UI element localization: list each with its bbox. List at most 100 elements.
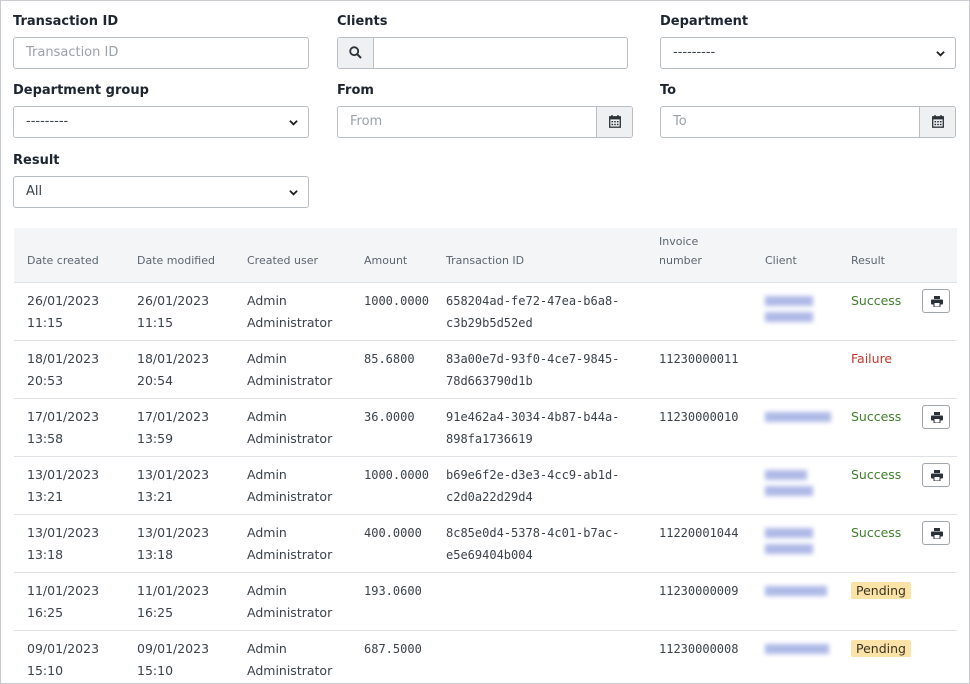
time-modified: 16:25 [137, 604, 174, 620]
amount-value: 400.0000 [364, 525, 422, 540]
calendar-icon[interactable] [596, 107, 632, 137]
user-first-name: Admin [247, 350, 287, 366]
from-date-input[interactable]: From [337, 106, 633, 138]
cell-invoice: 11230000008 [646, 629, 752, 683]
to-date-input[interactable]: To [660, 106, 956, 138]
cell-date-modified: 13/01/2023 13:21 [124, 455, 234, 514]
clients-input[interactable] [337, 37, 628, 69]
cell-transaction-id: 83a00e7d-93f0-4ce7-9845- 78d663790d1b [433, 339, 646, 398]
date-modified: 11/01/2023 [137, 582, 210, 598]
department-group-select[interactable]: --------- [13, 106, 309, 138]
result-badge: Pending [851, 581, 911, 599]
transaction-id-part: 8c85e0d4-5378-4c01-b7ac- [446, 525, 620, 540]
time-modified: 13:21 [137, 488, 174, 504]
date-modified: 09/01/2023 [137, 640, 210, 656]
user-last-name: Administrator [247, 604, 333, 620]
table-row[interactable]: 13/01/2023 13:18 13/01/2023 13:18 Admin Admin… [14, 513, 957, 572]
cell-transaction-id: 8c85e0d4-5378-4c01-b7ac-e5e69404b004 [433, 513, 646, 572]
invoice-value: 11230000009 [659, 583, 739, 598]
transaction-id-part: 658204ad-fe72-47ea-b6a8- [446, 293, 620, 308]
column-header[interactable]: Date modified [124, 228, 234, 282]
result-select[interactable]: All [13, 176, 309, 208]
result-badge: Failure [851, 350, 893, 366]
cell-date-modified: 09/01/2023 15:10 [124, 629, 234, 683]
cell-date-modified: 11/01/2023 16:25 [124, 571, 234, 630]
chevron-down-icon [936, 51, 945, 57]
user-last-name: Administrator [247, 372, 333, 388]
filter-department: Department --------- [660, 13, 956, 69]
search-icon[interactable] [338, 38, 374, 68]
column-header[interactable]: Date created [14, 228, 124, 282]
cell-date-created: 09/01/2023 15:10 [14, 629, 124, 683]
result-badge: Success [851, 408, 902, 424]
filter-label: Transaction ID [13, 14, 119, 29]
transactions-table: Date created Date modified Created user … [14, 228, 957, 683]
transaction-id-part: e5e69404b004 [446, 547, 533, 562]
filter-label: To [660, 83, 677, 98]
table-row[interactable]: 11/01/2023 16:25 11/01/2023 16:25 Admin Admin… [14, 571, 957, 630]
table-row[interactable]: 26/01/2023 11:15 26/01/2023 11:15 Admin Admin… [14, 281, 957, 340]
amount-value: 687.5000 [364, 641, 422, 656]
filter-from: From From [337, 82, 633, 138]
time-modified: 15:10 [137, 662, 174, 678]
cell-date-created: 17/01/2023 13:58 [14, 397, 124, 456]
cell-result: Pending [838, 629, 911, 683]
cell-actions [909, 281, 957, 340]
print-button[interactable] [922, 462, 950, 487]
user-last-name: Administrator [247, 314, 333, 330]
cell-created-user: Admin Administrator [234, 397, 351, 456]
date-created: 09/01/2023 [27, 640, 100, 656]
invoice-value: 11220001044 [659, 525, 739, 540]
table-row[interactable]: 13/01/2023 13:21 13/01/2023 13:21 Admin Admin… [14, 455, 957, 514]
print-button[interactable] [922, 520, 950, 545]
cell-date-created: 13/01/2023 13:21 [14, 455, 124, 514]
column-header[interactable]: Client [752, 228, 838, 282]
table-row[interactable]: 18/01/2023 20:53 18/01/2023 20:54 Admin Admin… [14, 339, 957, 398]
redacted-client [765, 543, 838, 554]
table-row[interactable]: 09/01/2023 15:10 09/01/2023 15:10 Admin Admin… [14, 629, 957, 683]
cell-result: Failure [838, 339, 909, 398]
transaction-id-input[interactable]: Transaction ID [13, 37, 309, 69]
transaction-id-part: 83a00e7d-93f0-4ce7-9845- [446, 351, 620, 366]
cell-transaction-id: 91e462a4-3034-4b87-b44a- 898fa1736619 [433, 397, 646, 456]
column-header[interactable]: Result [838, 228, 909, 282]
time-created: 20:53 [27, 372, 64, 388]
filter-transaction-id: Transaction ID Transaction ID [13, 13, 309, 69]
cell-result: Success [838, 281, 909, 340]
column-header [909, 228, 957, 282]
date-created: 11/01/2023 [27, 582, 100, 598]
print-button[interactable] [922, 404, 950, 429]
cell-client [752, 571, 838, 630]
user-first-name: Admin [247, 524, 287, 540]
column-header[interactable]: Transaction ID [433, 228, 646, 282]
column-header[interactable]: Created user [234, 228, 351, 282]
cell-date-modified: 26/01/2023 11:15 [124, 281, 234, 340]
filter-label: Result [13, 153, 60, 168]
time-modified: 13:59 [137, 430, 174, 446]
redacted-client [765, 295, 838, 306]
redacted-client [765, 585, 838, 596]
time-created: 11:15 [27, 314, 64, 330]
table-row[interactable]: 17/01/2023 13:58 17/01/2023 13:59 Admin Admin… [14, 397, 957, 456]
print-icon [931, 295, 943, 307]
redacted-client [765, 527, 838, 538]
calendar-icon[interactable] [919, 107, 955, 137]
column-header[interactable]: Invoice number [646, 228, 752, 282]
date-created: 13/01/2023 [27, 524, 100, 540]
cell-transaction-id: 658204ad-fe72-47ea-b6a8- c3b29b5d52ed [433, 281, 646, 340]
cell-actions [909, 339, 957, 398]
result-selected: All [26, 184, 43, 199]
cell-actions [909, 571, 957, 630]
redacted-client [765, 411, 838, 422]
department-select[interactable]: --------- [660, 37, 956, 69]
cell-created-user: Admin Administrator [234, 281, 351, 340]
print-button[interactable] [922, 288, 950, 313]
user-last-name: Administrator [247, 546, 333, 562]
chevron-down-icon [289, 120, 298, 126]
column-header[interactable]: Amount [351, 228, 433, 282]
transaction-id-part: b69e6f2e-d3e3-4cc9-ab1d- [446, 467, 620, 482]
amount-value: 1000.0000 [364, 467, 430, 482]
time-created: 13:18 [27, 546, 64, 562]
amount-value: 85.6800 [364, 351, 415, 366]
cell-result: Pending [838, 571, 911, 630]
